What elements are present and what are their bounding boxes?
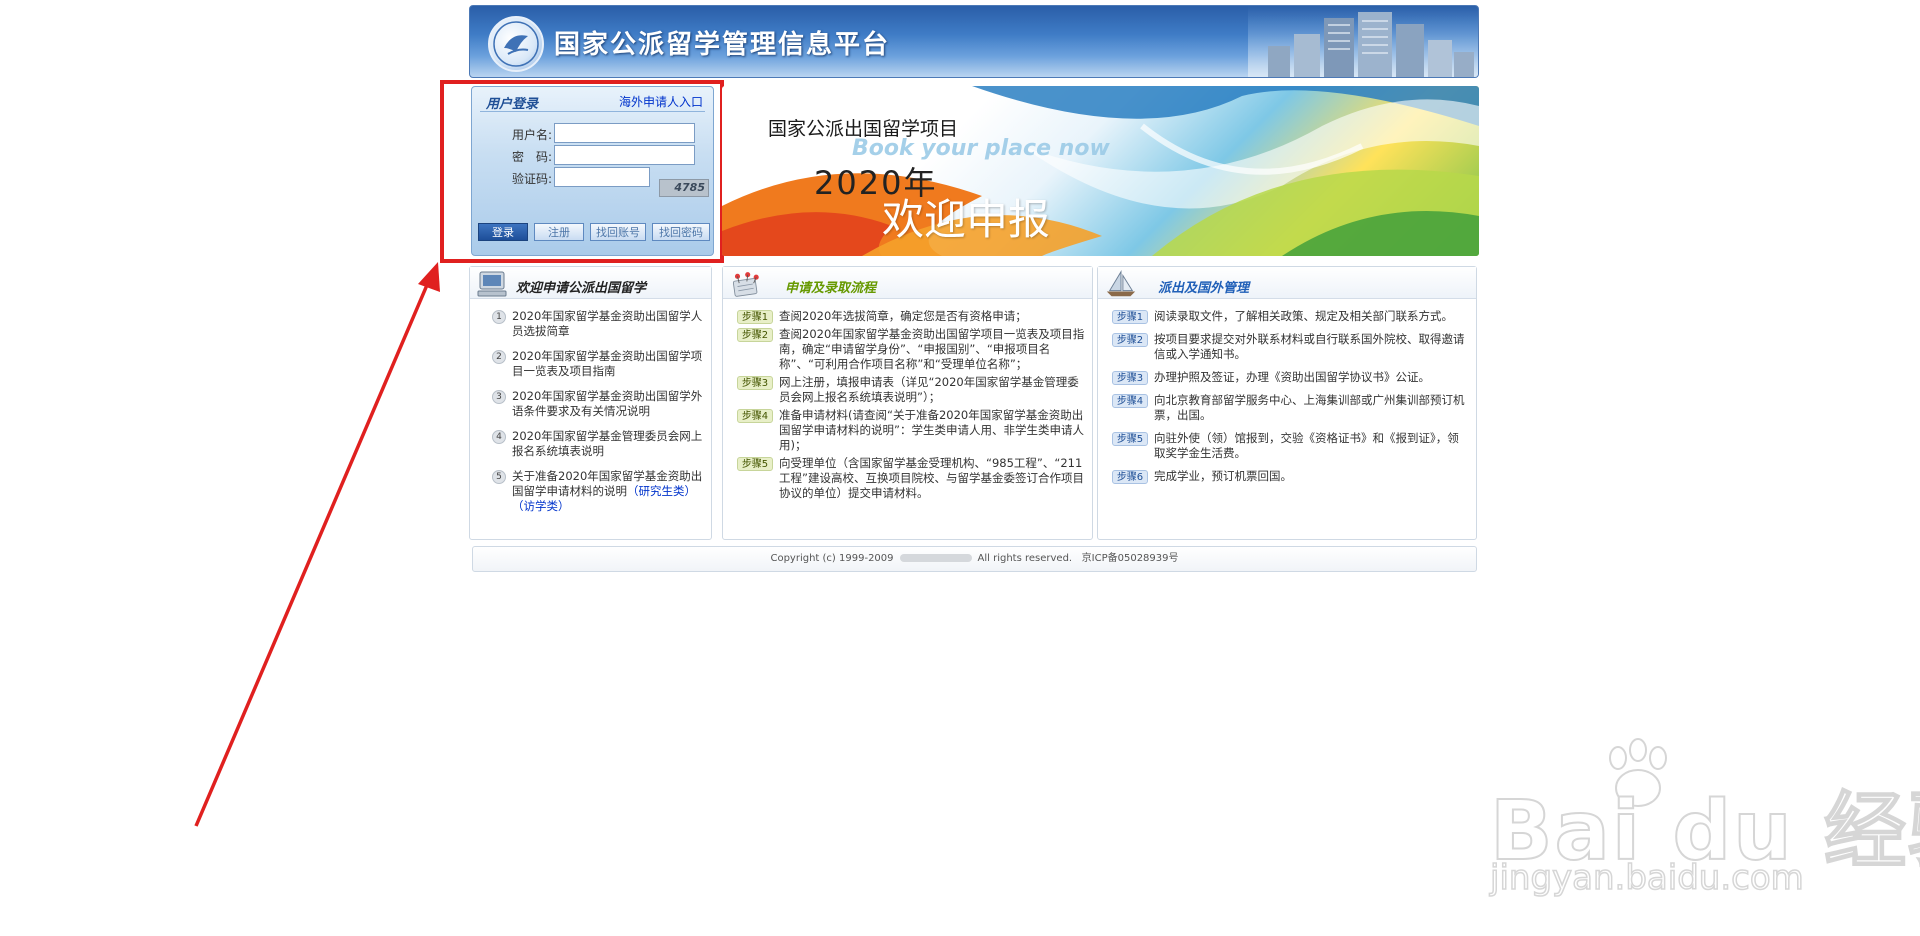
list-item: 步骤5 向受理单位（含国家留学基金受理机构、“985工程”、“211工程”建设高校… (737, 456, 1087, 501)
step-badge: 步骤1 (1112, 310, 1148, 324)
computer-icon (477, 271, 507, 297)
step-badge: 步骤4 (1112, 394, 1148, 408)
process-panel-title: 申请及录取流程 (785, 281, 877, 296)
dispatch-panel-title: 派出及国外管理 (1158, 281, 1250, 296)
welcome-panel: 欢迎申请公派出国留学 1 2020年国家留学基金资助出国留学人员选拔简章 2 202… (469, 266, 712, 540)
city-skyline-icon (1248, 6, 1478, 77)
sailboat-icon (1106, 270, 1136, 297)
list-item: 步骤4 向北京教育部留学服务中心、上海集训部或广州集训部预订机票，出国。 (1112, 393, 1468, 423)
step-badge: 步骤3 (1112, 371, 1148, 385)
list-item: 步骤4 准备申请材料(请查阅“关于准备2020年国家留学基金资助出国留学申请材料的… (737, 408, 1087, 453)
list-item[interactable]: 3 2020年国家留学基金资助出国留学外语条件要求及有关情况说明 (490, 389, 706, 419)
process-panel-header: 申请及录取流程 (723, 267, 1092, 299)
watermark-url: jingyan.baidu.com (1489, 857, 1804, 899)
application-process-panel: 申请及录取流程 步骤1 查阅2020年选拔简章，确定您是否有资格申请； 步骤2 查阅… (722, 266, 1093, 540)
list-item: 步骤2 按项目要求提交对外联系材料或自行联系国外院校、取得邀请信或入学通知书。 (1112, 332, 1468, 362)
visiting-scholar-link[interactable]: （访学类） (512, 499, 570, 513)
step-badge: 步骤4 (737, 409, 773, 423)
welcome-panel-header: 欢迎申请公派出国留学 (470, 267, 711, 299)
welcome-list: 1 2020年国家留学基金资助出国留学人员选拔简章 2 2020年国家留学基金资助出… (490, 309, 706, 524)
step-badge: 步骤5 (1112, 432, 1148, 446)
step-badge: 步骤5 (737, 457, 773, 471)
banner-welcome: 欢迎申报 (882, 195, 1051, 244)
list-item[interactable]: 1 2020年国家留学基金资助出国留学人员选拔简章 (490, 309, 706, 339)
dispatch-panel-header: 派出及国外管理 (1098, 267, 1476, 299)
dispatch-steps: 步骤1 阅读录取文件，了解相关政策、规定及相关部门联系方式。 步骤2 按项目要求提交… (1112, 309, 1468, 492)
page-root: 国家公派留学管理信息平台 用户登录 海外申请人入口 用户名: 密 码: 验证码:… (0, 0, 1920, 936)
dispatch-management-panel: 派出及国外管理 步骤1 阅读录取文件，了解相关政策、规定及相关部门联系方式。 步骤… (1097, 266, 1477, 540)
promo-banner: 国家公派出国留学项目 Book your place now 2020年 欢迎申… (722, 86, 1479, 256)
baidu-jingyan-watermark: Bai du 经验 jingyan.baidu.com (1489, 736, 1920, 906)
step-badge: 步骤1 (737, 310, 773, 324)
footer-copyright: Copyright (c) 1999-2009 (770, 553, 894, 564)
step-badge: 步骤6 (1112, 470, 1148, 484)
footer-rights: All rights reserved. (977, 553, 1073, 564)
list-item[interactable]: 4 2020年国家留学基金管理委员会网上报名系统填表说明 (490, 429, 706, 459)
csc-logo-icon (488, 16, 544, 72)
site-header: 国家公派留学管理信息平台 (469, 5, 1479, 78)
list-item[interactable]: 2 2020年国家留学基金资助出国留学项目一览表及项目指南 (490, 349, 706, 379)
list-item: 步骤3 办理护照及签证，办理《资助出国留学协议书》公证。 (1112, 370, 1468, 385)
welcome-panel-title: 欢迎申请公派出国留学 (516, 281, 647, 296)
process-steps: 步骤1 查阅2020年选拔简章，确定您是否有资格申请； 步骤2 查阅2020年国家留… (737, 309, 1087, 504)
step-badge: 步骤2 (737, 328, 773, 342)
redacted-domain (899, 554, 972, 562)
highlight-box (440, 80, 724, 263)
footer-icp: 京ICP备05028939号 (1081, 553, 1179, 564)
site-title: 国家公派留学管理信息平台 (554, 30, 891, 60)
site-footer: Copyright (c) 1999-2009 All rights reserv… (472, 546, 1477, 572)
pushpin-notes-icon (732, 272, 759, 297)
list-item: 5 关于准备2020年国家留学基金资助出国留学申请材料的说明（研究生类）（访学类） (490, 469, 706, 514)
list-item: 步骤6 完成学业，预订机票回国。 (1112, 469, 1468, 484)
list-item: 步骤2 查阅2020年国家留学基金资助出国留学项目一览表及项目指南，确定“申请留学… (737, 327, 1087, 372)
list-item: 步骤1 阅读录取文件，了解相关政策、规定及相关部门联系方式。 (1112, 309, 1468, 324)
graduate-link[interactable]: （研究生类） (627, 484, 696, 498)
list-item: 步骤1 查阅2020年选拔简章，确定您是否有资格申请； (737, 309, 1087, 324)
step-badge: 步骤2 (1112, 333, 1148, 347)
list-item: 步骤3 网上注册，填报申请表（详见“2020年国家留学基金管理委员会网上报名系统填… (737, 375, 1087, 405)
list-item: 步骤5 向驻外使（领）馆报到，交验《资格证书》和《报到证》，领取奖学金生活费。 (1112, 431, 1468, 461)
step-badge: 步骤3 (737, 376, 773, 390)
